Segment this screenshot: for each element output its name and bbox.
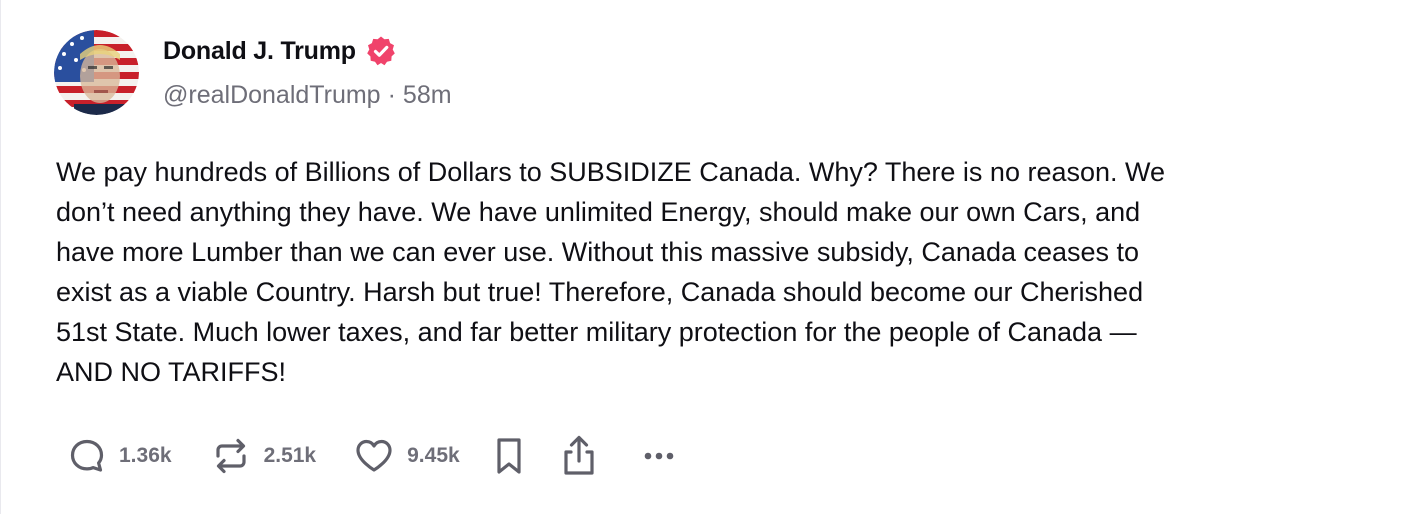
post-card: Donald J. Trump @realDonaldTrump · 58m W…	[0, 0, 1410, 514]
repost-button[interactable]: 2.51k	[210, 436, 317, 476]
repost-count: 2.51k	[263, 444, 317, 467]
meta-separator: ·	[387, 81, 396, 109]
repost-icon	[210, 436, 252, 476]
reply-icon	[67, 436, 107, 476]
post-body: We pay hundreds of Billions of Dollars t…	[56, 157, 1166, 387]
reply-count: 1.36k	[119, 444, 172, 467]
heart-icon	[353, 436, 395, 476]
more-options-button[interactable]	[639, 436, 679, 476]
more-icon	[639, 436, 679, 476]
post-actions: 1.36k 2.51k 9.45k	[67, 434, 679, 478]
share-button[interactable]	[559, 434, 599, 478]
like-button[interactable]: 9.45k	[353, 436, 460, 476]
share-icon	[559, 434, 599, 478]
avatar[interactable]	[54, 30, 139, 115]
bookmark-icon	[493, 435, 525, 477]
like-count: 9.45k	[407, 444, 460, 467]
author-meta: @realDonaldTrump · 58m	[163, 81, 452, 110]
verified-badge-icon	[365, 35, 397, 67]
post-timestamp[interactable]: 58m	[403, 81, 452, 110]
author-handle[interactable]: @realDonaldTrump	[163, 81, 381, 110]
author-display-name[interactable]: Donald J. Trump	[163, 37, 356, 66]
avatar-image	[54, 30, 139, 115]
reply-button[interactable]: 1.36k	[67, 436, 172, 476]
author-name-row: Donald J. Trump	[163, 32, 397, 70]
bookmark-button[interactable]	[493, 435, 525, 477]
